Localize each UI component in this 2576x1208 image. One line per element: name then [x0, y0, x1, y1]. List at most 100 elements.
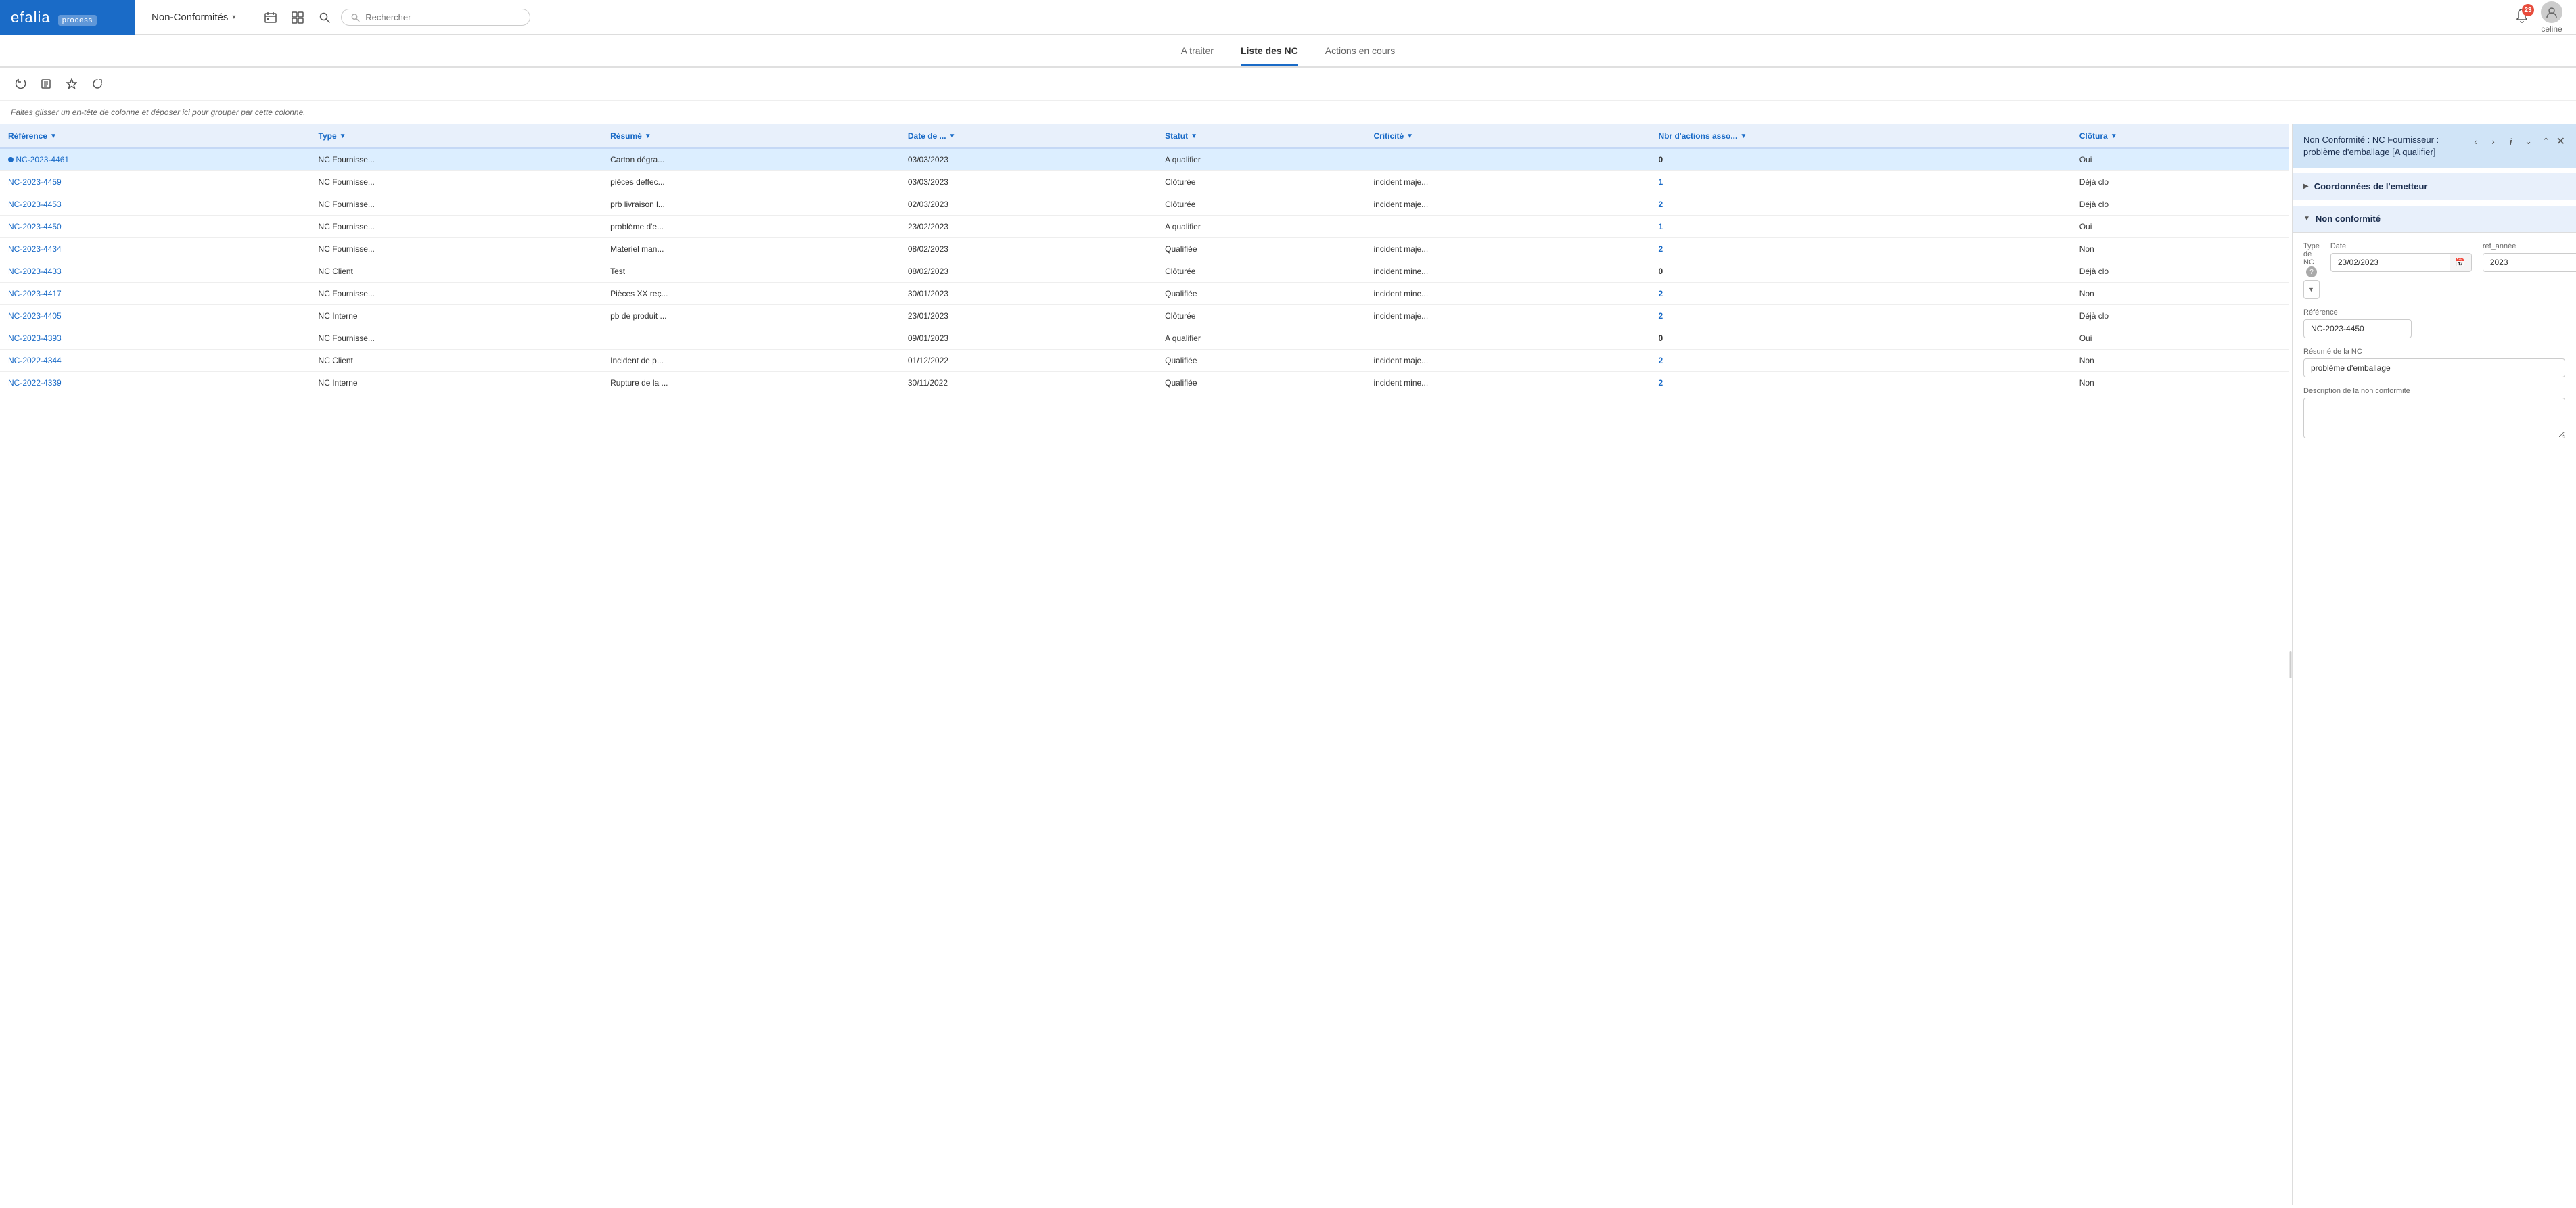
cell-date: 02/03/2023: [900, 193, 1157, 216]
table-row[interactable]: NC-2023-4461 NC Fournisse... Carton dégr…: [0, 148, 2288, 171]
section-nc[interactable]: ▼ Non conformité: [2293, 206, 2576, 233]
table-row[interactable]: NC-2023-4393 NC Fournisse... 09/01/2023 …: [0, 327, 2288, 350]
cell-statut: Clôturée: [1157, 260, 1365, 283]
nc-table: Référence ▼ Type ▼ Résumé ▼: [0, 124, 2288, 394]
panel-info-button[interactable]: i: [2504, 134, 2518, 149]
tab-a-traiter[interactable]: A traiter: [1181, 37, 1214, 66]
nbr-actions-link[interactable]: 1: [1658, 222, 1663, 231]
panel-expand-up-icon[interactable]: ⌃: [2539, 134, 2554, 149]
logo-process: process: [58, 15, 97, 26]
col-header-date: Date de ... ▼: [900, 124, 1157, 148]
reference-link[interactable]: NC-2023-4459: [8, 177, 62, 187]
nbr-actions-link[interactable]: 0: [1658, 266, 1663, 276]
cell-cloture: Oui: [2071, 327, 2288, 350]
table-row[interactable]: NC-2023-4433 NC Client Test 08/02/2023 C…: [0, 260, 2288, 283]
col-resume-label: Résumé: [610, 131, 642, 141]
module-menu[interactable]: Non-Conformités ▾: [135, 11, 252, 23]
filter-date-icon[interactable]: ▼: [949, 133, 956, 140]
table-row[interactable]: NC-2023-4434 NC Fournisse... Materiel ma…: [0, 238, 2288, 260]
reference-link[interactable]: NC-2023-4417: [8, 289, 62, 298]
filter-cloture-icon[interactable]: ▼: [2111, 133, 2117, 140]
nbr-actions-link[interactable]: 1: [1658, 177, 1663, 187]
calendar-icon[interactable]: 📅: [2450, 254, 2471, 271]
cell-statut: Clôturée: [1157, 171, 1365, 193]
grid-view-icon[interactable]: [287, 7, 308, 28]
reference-input[interactable]: [2303, 319, 2412, 338]
tab-actions-en-cours[interactable]: Actions en cours: [1325, 37, 1396, 66]
table-row[interactable]: NC-2023-4450 NC Fournisse... problème d'…: [0, 216, 2288, 238]
cell-reference: NC-2022-4339: [0, 372, 310, 394]
cell-criticite: incident maje...: [1365, 238, 1650, 260]
reference-link[interactable]: NC-2023-4434: [8, 244, 62, 254]
filter-reference-icon[interactable]: ▼: [50, 133, 57, 140]
star-button[interactable]: [62, 74, 81, 93]
cell-criticite: [1365, 216, 1650, 238]
tab-liste-nc[interactable]: Liste des NC: [1241, 37, 1298, 66]
type-nc-help-icon[interactable]: ?: [2306, 266, 2317, 277]
nbr-actions-link[interactable]: 2: [1658, 289, 1663, 298]
col-header-cloture: Clôtura ▼: [2071, 124, 2288, 148]
search-box[interactable]: [341, 9, 530, 26]
date-input[interactable]: [2331, 254, 2450, 271]
resume-nc-label: Résumé de la NC: [2303, 348, 2565, 356]
export-button[interactable]: [37, 74, 55, 93]
reference-link[interactable]: NC-2023-4433: [8, 266, 62, 276]
reference-link[interactable]: NC-2023-4453: [8, 200, 62, 209]
table-row[interactable]: NC-2023-4417 NC Fournisse... Pièces XX r…: [0, 283, 2288, 305]
type-nc-select[interactable]: NC Fournisseur NC Client NC Interne: [2303, 280, 2320, 299]
section-coordonnees-label: Coordonnées de l'emetteur: [2314, 181, 2428, 191]
nbr-actions-link[interactable]: 0: [1658, 333, 1663, 343]
reference-link[interactable]: NC-2023-4461: [16, 155, 69, 164]
panel-prev-icon[interactable]: ‹: [2468, 134, 2483, 149]
cell-statut: A qualifier: [1157, 216, 1365, 238]
reference-link[interactable]: NC-2023-4405: [8, 311, 62, 321]
cell-cloture: Déjà clo: [2071, 171, 2288, 193]
search-input[interactable]: [365, 12, 520, 22]
resume-nc-input[interactable]: [2303, 358, 2565, 377]
panel-next-icon[interactable]: ›: [2486, 134, 2501, 149]
cell-cloture: Déjà clo: [2071, 260, 2288, 283]
nbr-actions-link[interactable]: 0: [1658, 155, 1663, 164]
panel-collapse-icon[interactable]: ⌄: [2521, 134, 2536, 149]
nbr-actions-link[interactable]: 2: [1658, 378, 1663, 388]
panel-close-button[interactable]: ✕: [2556, 135, 2565, 148]
col-date-label: Date de ...: [908, 131, 946, 141]
cell-resume: pb de produit ...: [602, 305, 900, 327]
resize-handle[interactable]: [2288, 124, 2292, 1205]
table-header-row: Référence ▼ Type ▼ Résumé ▼: [0, 124, 2288, 148]
cell-reference: NC-2023-4405: [0, 305, 310, 327]
table-row[interactable]: NC-2022-4339 NC Interne Rupture de la ..…: [0, 372, 2288, 394]
notifications-button[interactable]: 23: [2514, 8, 2530, 26]
table-row[interactable]: NC-2022-4344 NC Client Incident de p... …: [0, 350, 2288, 372]
nbr-actions-link[interactable]: 2: [1658, 200, 1663, 209]
calendar-view-icon[interactable]: [260, 7, 281, 28]
cell-type: NC Fournisse...: [310, 171, 603, 193]
reference-link[interactable]: NC-2022-4344: [8, 356, 62, 365]
filter-resume-icon[interactable]: ▼: [645, 133, 651, 140]
col-header-statut: Statut ▼: [1157, 124, 1365, 148]
refresh-button[interactable]: [11, 74, 30, 93]
nbr-actions-link[interactable]: 2: [1658, 311, 1663, 321]
form-group-description: Description de la non conformité: [2303, 387, 2565, 438]
col-criticite-label: Criticité: [1373, 131, 1404, 141]
filter-statut-icon[interactable]: ▼: [1191, 133, 1197, 140]
reference-link[interactable]: NC-2023-4450: [8, 222, 62, 231]
ref-annee-input[interactable]: [2483, 253, 2576, 272]
filter-type-icon[interactable]: ▼: [340, 133, 346, 140]
nbr-actions-link[interactable]: 2: [1658, 244, 1663, 254]
filter-criticite-icon[interactable]: ▼: [1406, 133, 1413, 140]
reset-button[interactable]: [88, 74, 107, 93]
description-textarea[interactable]: [2303, 398, 2565, 438]
table-row[interactable]: NC-2023-4459 NC Fournisse... pièces deff…: [0, 171, 2288, 193]
filter-nbr-actions-icon[interactable]: ▼: [1740, 133, 1747, 140]
nbr-actions-link[interactable]: 2: [1658, 356, 1663, 365]
tab-bar: A traiter Liste des NC Actions en cours: [0, 35, 2576, 68]
section-coordonnees[interactable]: ▶ Coordonnées de l'emetteur: [2293, 173, 2576, 200]
search-icon[interactable]: [314, 7, 336, 28]
table-row[interactable]: NC-2023-4453 NC Fournisse... prb livrais…: [0, 193, 2288, 216]
cell-statut: A qualifier: [1157, 327, 1365, 350]
reference-link[interactable]: NC-2022-4339: [8, 378, 62, 388]
user-menu[interactable]: celine: [2541, 1, 2562, 34]
table-row[interactable]: NC-2023-4405 NC Interne pb de produit ..…: [0, 305, 2288, 327]
reference-link[interactable]: NC-2023-4393: [8, 333, 62, 343]
